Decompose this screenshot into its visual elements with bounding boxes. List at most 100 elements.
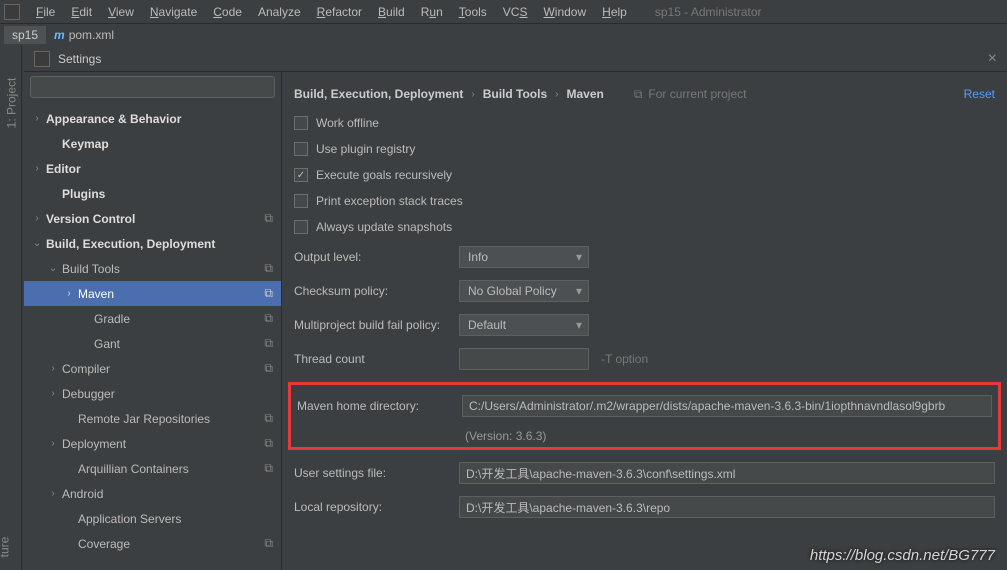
app-logo-icon [34,51,50,67]
tree-label: Build, Execution, Deployment [44,237,273,251]
dialog-header: Settings × [24,46,1007,72]
menu-navigate[interactable]: Navigate [142,3,205,21]
tree-item-build-execution-deployment[interactable]: ⌄Build, Execution, Deployment [24,231,281,256]
chevron-right-icon: › [555,89,558,100]
tree-item-gant[interactable]: Gant⧉ [24,331,281,356]
settings-dialog: Settings × Q ›Appearance & BehaviorKeyma… [24,46,1007,570]
maven-home-input[interactable] [462,395,992,417]
tree-item-deployment[interactable]: ›Deployment⧉ [24,431,281,456]
work-offline-checkbox[interactable]: Work offline [294,110,995,136]
menu-analyze[interactable]: Analyze [250,3,309,21]
dialog-title: Settings [58,52,101,66]
tree-item-appearance-behavior[interactable]: ›Appearance & Behavior [24,106,281,131]
tree-arrow-icon: › [46,363,60,374]
tree-label: Deployment [60,437,264,451]
tree-arrow-icon: › [46,488,60,499]
project-badge-icon: ⧉ [264,286,275,301]
project-badge-icon: ⧉ [264,536,275,551]
breadcrumb: Maven [566,87,603,101]
tree-item-remote-jar-repositories[interactable]: Remote Jar Repositories⧉ [24,406,281,431]
reset-link[interactable]: Reset [964,87,995,101]
tree-item-application-servers[interactable]: Application Servers [24,506,281,531]
menu-build[interactable]: Build [370,3,413,21]
output-level-label: Output level: [294,250,459,264]
thread-count-input[interactable] [459,348,589,370]
local-repo-label: Local repository: [294,500,459,514]
menu-edit[interactable]: Edit [63,3,100,21]
tree-arrow-icon: › [30,113,44,124]
tree-item-version-control[interactable]: ›Version Control⧉ [24,206,281,231]
search-input[interactable] [30,76,275,98]
output-level-select[interactable]: Info [459,246,589,268]
thread-count-label: Thread count [294,352,459,366]
tree-item-build-tools[interactable]: ⌄Build Tools⧉ [24,256,281,281]
menu-vcs[interactable]: VCS [495,3,536,21]
tree-arrow-icon: › [30,163,44,174]
print-exception-checkbox[interactable]: Print exception stack traces [294,188,995,214]
tree-arrow-icon: › [46,438,60,449]
project-badge-icon: ⧉ [264,311,275,326]
tab-file-label: pom.xml [69,28,114,42]
tree-item-arquillian-containers[interactable]: Arquillian Containers⧉ [24,456,281,481]
tree-label: Android [60,487,273,501]
close-icon[interactable]: × [988,50,997,68]
settings-tree: ›Appearance & BehaviorKeymap›EditorPlugi… [24,102,281,570]
menu-help[interactable]: Help [594,3,635,21]
tree-item-debugger[interactable]: ›Debugger [24,381,281,406]
tree-arrow-icon: › [30,213,44,224]
menu-file[interactable]: File [28,3,63,21]
checksum-policy-label: Checksum policy: [294,284,459,298]
tree-label: Coverage [76,537,264,551]
tree-label: Editor [44,162,273,176]
tree-label: Remote Jar Repositories [76,412,264,426]
tree-label: Appearance & Behavior [44,112,273,126]
structure-tool-button[interactable]: ture [0,537,11,558]
project-badge-icon: ⧉ [264,411,275,426]
local-repo-input[interactable] [459,496,995,518]
tree-item-android[interactable]: ›Android [24,481,281,506]
menu-run[interactable]: Run [413,3,451,21]
tree-item-plugins[interactable]: Plugins [24,181,281,206]
breadcrumb: Build, Execution, Deployment [294,87,463,101]
use-plugin-registry-checkbox[interactable]: Use plugin registry [294,136,995,162]
menu-refactor[interactable]: Refactor [309,3,370,21]
window-title: sp15 - Administrator [655,5,762,19]
project-badge-icon: ⧉ [264,461,275,476]
multiproject-select[interactable]: Default [459,314,589,336]
tree-label: Build Tools [60,262,264,276]
tree-item-maven[interactable]: ›Maven⧉ [24,281,281,306]
tab-project[interactable]: sp15 [4,26,46,44]
checksum-policy-select[interactable]: No Global Policy [459,280,589,302]
tree-label: Plugins [60,187,273,201]
execute-goals-checkbox[interactable]: Execute goals recursively [294,162,995,188]
app-logo-icon [4,4,20,20]
menu-window[interactable]: Window [535,3,594,21]
maven-version: (Version: 3.6.3) [465,429,992,443]
menu-tools[interactable]: Tools [451,3,495,21]
tree-item-editor[interactable]: ›Editor [24,156,281,181]
project-tool-button[interactable]: 1: Project [4,78,18,129]
settings-content: Build, Execution, Deployment › Build Too… [282,72,1007,570]
tree-arrow-icon: › [46,388,60,399]
tool-window-bar: 1: Project ture [0,46,22,570]
always-update-checkbox[interactable]: Always update snapshots [294,214,995,240]
highlight-box: Maven home directory: (Version: 3.6.3) [288,382,1001,450]
user-settings-label: User settings file: [294,466,459,480]
tree-arrow-icon: ⌄ [30,238,44,249]
tree-label: Arquillian Containers [76,462,264,476]
menubar: FileEditViewNavigateCodeAnalyzeRefactorB… [0,0,1007,24]
tab-file[interactable]: m pom.xml [46,26,122,44]
settings-tree-panel: Q ›Appearance & BehaviorKeymap›EditorPlu… [24,72,282,570]
tree-item-compiler[interactable]: ›Compiler⧉ [24,356,281,381]
menu-view[interactable]: View [100,3,142,21]
user-settings-input[interactable] [459,462,995,484]
project-badge-icon: ⧉ [264,361,275,376]
chevron-right-icon: › [471,89,474,100]
tree-label: Compiler [60,362,264,376]
tree-item-coverage[interactable]: Coverage⧉ [24,531,281,556]
tree-item-gradle[interactable]: Gradle⧉ [24,306,281,331]
tree-item-keymap[interactable]: Keymap [24,131,281,156]
breadcrumb: Build Tools [483,87,547,101]
tree-label: Gant [92,337,264,351]
menu-code[interactable]: Code [205,3,250,21]
